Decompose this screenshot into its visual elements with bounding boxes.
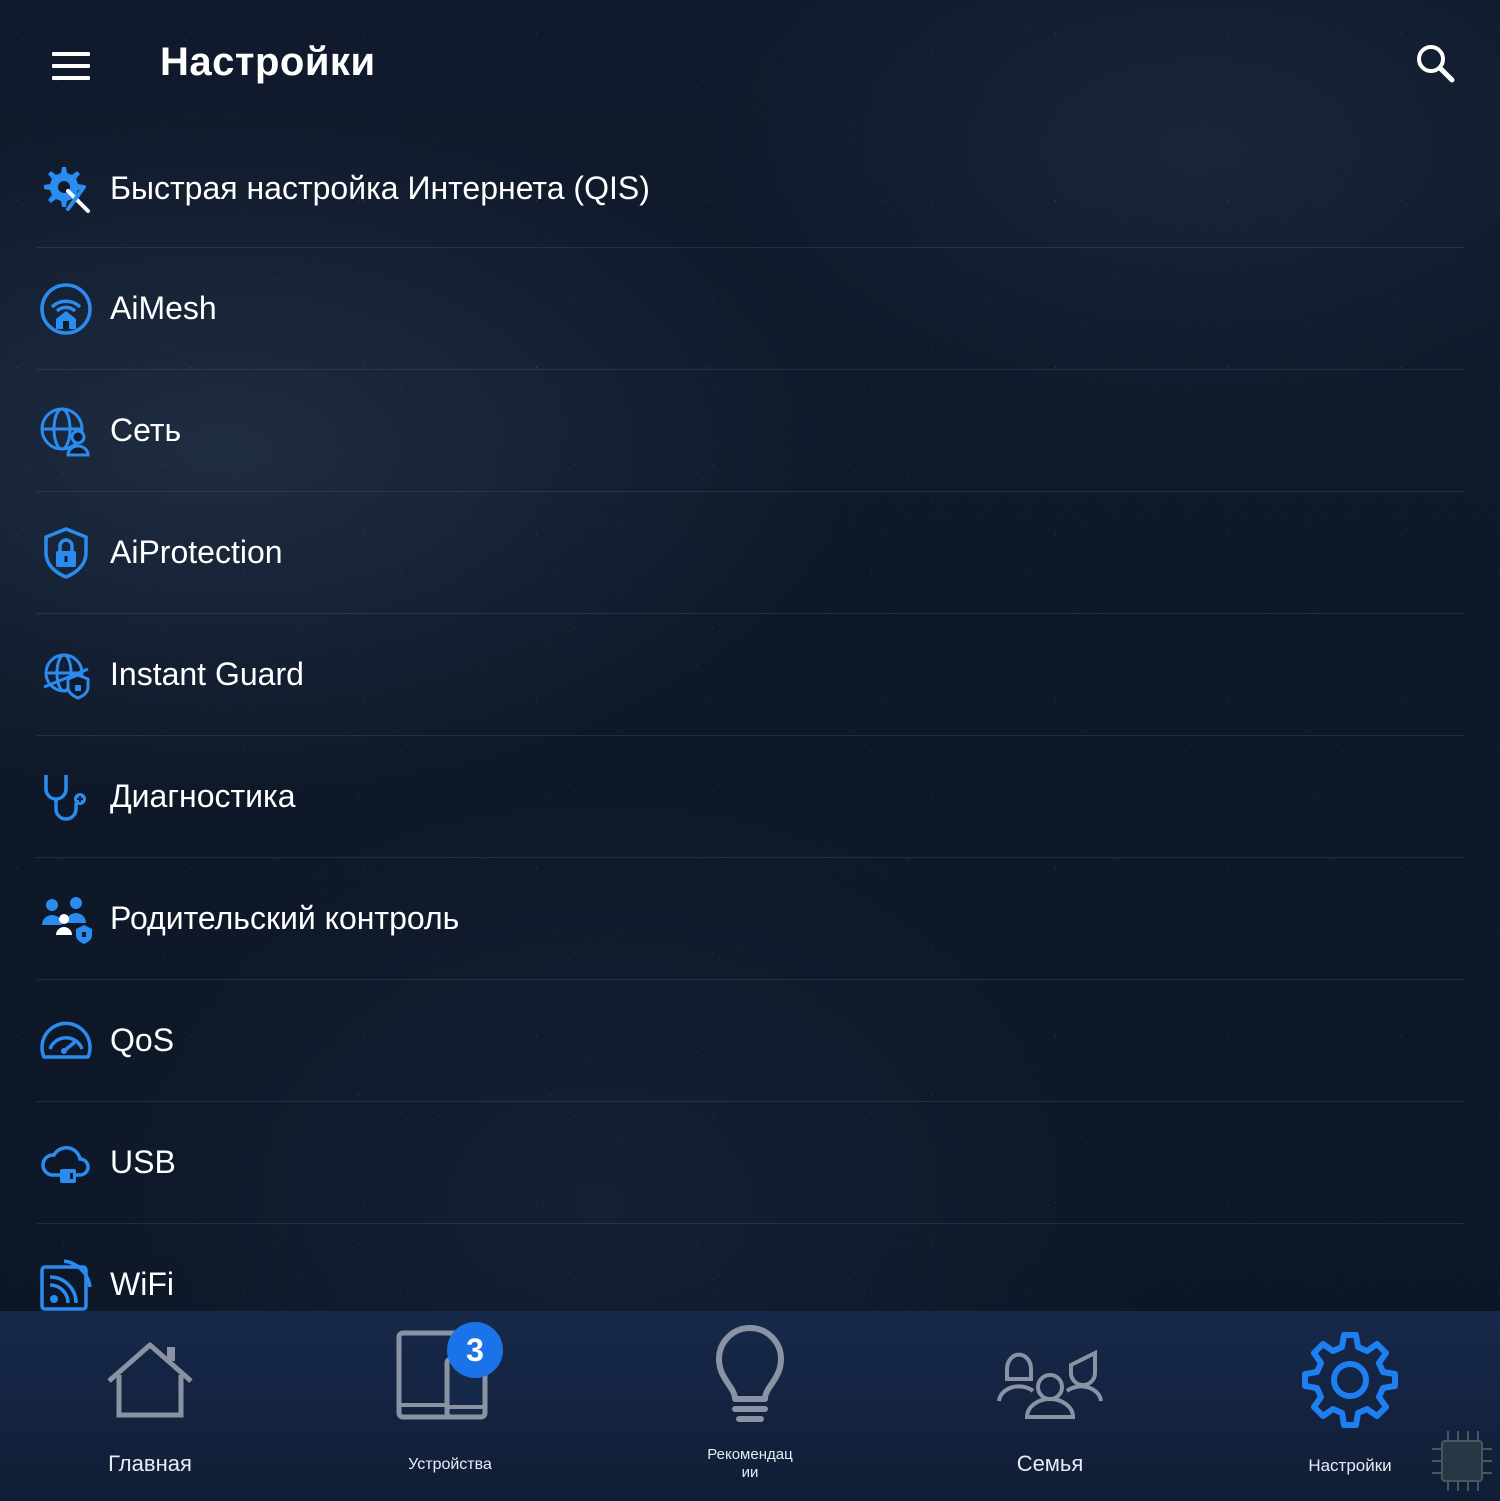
settings-item-label: WiFi [110,1266,174,1302]
tab-label: Устройства [408,1456,492,1473]
search-icon[interactable] [1408,36,1462,90]
settings-item-usb[interactable]: USB [36,1102,1464,1224]
speedometer-icon [38,1013,94,1069]
settings-item-label: Родительский контроль [110,900,460,936]
globe-shield-icon [38,647,94,703]
settings-item-network[interactable]: Сеть [36,370,1464,492]
settings-list: Быстрая настройка Интернета (QIS) AiMesh [0,130,1500,1346]
tab-home[interactable]: Главная [0,1311,300,1501]
devices-count-badge: 3 [447,1322,503,1378]
settings-item-aimesh[interactable]: AiMesh [36,248,1464,370]
settings-item-label: Диагностика [110,778,296,814]
hamburger-menu-icon[interactable] [40,35,102,97]
settings-item-label: USB [110,1144,176,1180]
settings-item-label: Сеть [110,412,182,448]
settings-item-parental-control[interactable]: Родительский контроль [36,858,1464,980]
settings-item-label: QoS [110,1022,175,1058]
settings-item-diagnostics[interactable]: Диагностика [36,736,1464,858]
shield-lock-icon [38,525,94,581]
family-lock-icon [38,891,94,947]
settings-item-label: Быстрая настройка Интернета (QIS) [110,170,650,206]
settings-item-qis[interactable]: Быстрая настройка Интернета (QIS) [36,130,1464,248]
tab-label: Главная [108,1451,192,1476]
settings-item-label: Instant Guard [110,656,304,692]
globe-user-icon [38,403,94,459]
lightbulb-icon [695,1325,805,1435]
tab-family[interactable]: Семья [900,1311,1200,1501]
gear-tools-icon [38,161,94,217]
settings-item-instant-guard[interactable]: Instant Guard [36,614,1464,736]
tab-recommendations[interactable]: Рекомендац ии [600,1311,900,1501]
settings-item-label: AiProtection [110,534,283,570]
tab-label: Семья [1016,1451,1084,1476]
chip-logo-icon [1426,1425,1498,1497]
aimesh-home-wifi-icon [38,281,94,337]
wifi-signal-icon [38,1257,94,1313]
bottom-navigation: Главная Устройства Рекомендац ии Семья Н… [0,1311,1500,1501]
settings-gear-icon [1295,1325,1405,1435]
settings-item-label: AiMesh [110,290,217,326]
settings-item-qos[interactable]: QoS [36,980,1464,1102]
home-icon [95,1325,205,1435]
family-icon [995,1325,1105,1435]
tab-label: Рекомендац ии [707,1446,793,1481]
stethoscope-icon [38,769,94,825]
page-title: Настройки [160,40,376,84]
settings-item-aiprotection[interactable]: AiProtection [36,492,1464,614]
cloud-usb-icon [38,1135,94,1191]
app-bar: Настройки [0,0,1500,130]
